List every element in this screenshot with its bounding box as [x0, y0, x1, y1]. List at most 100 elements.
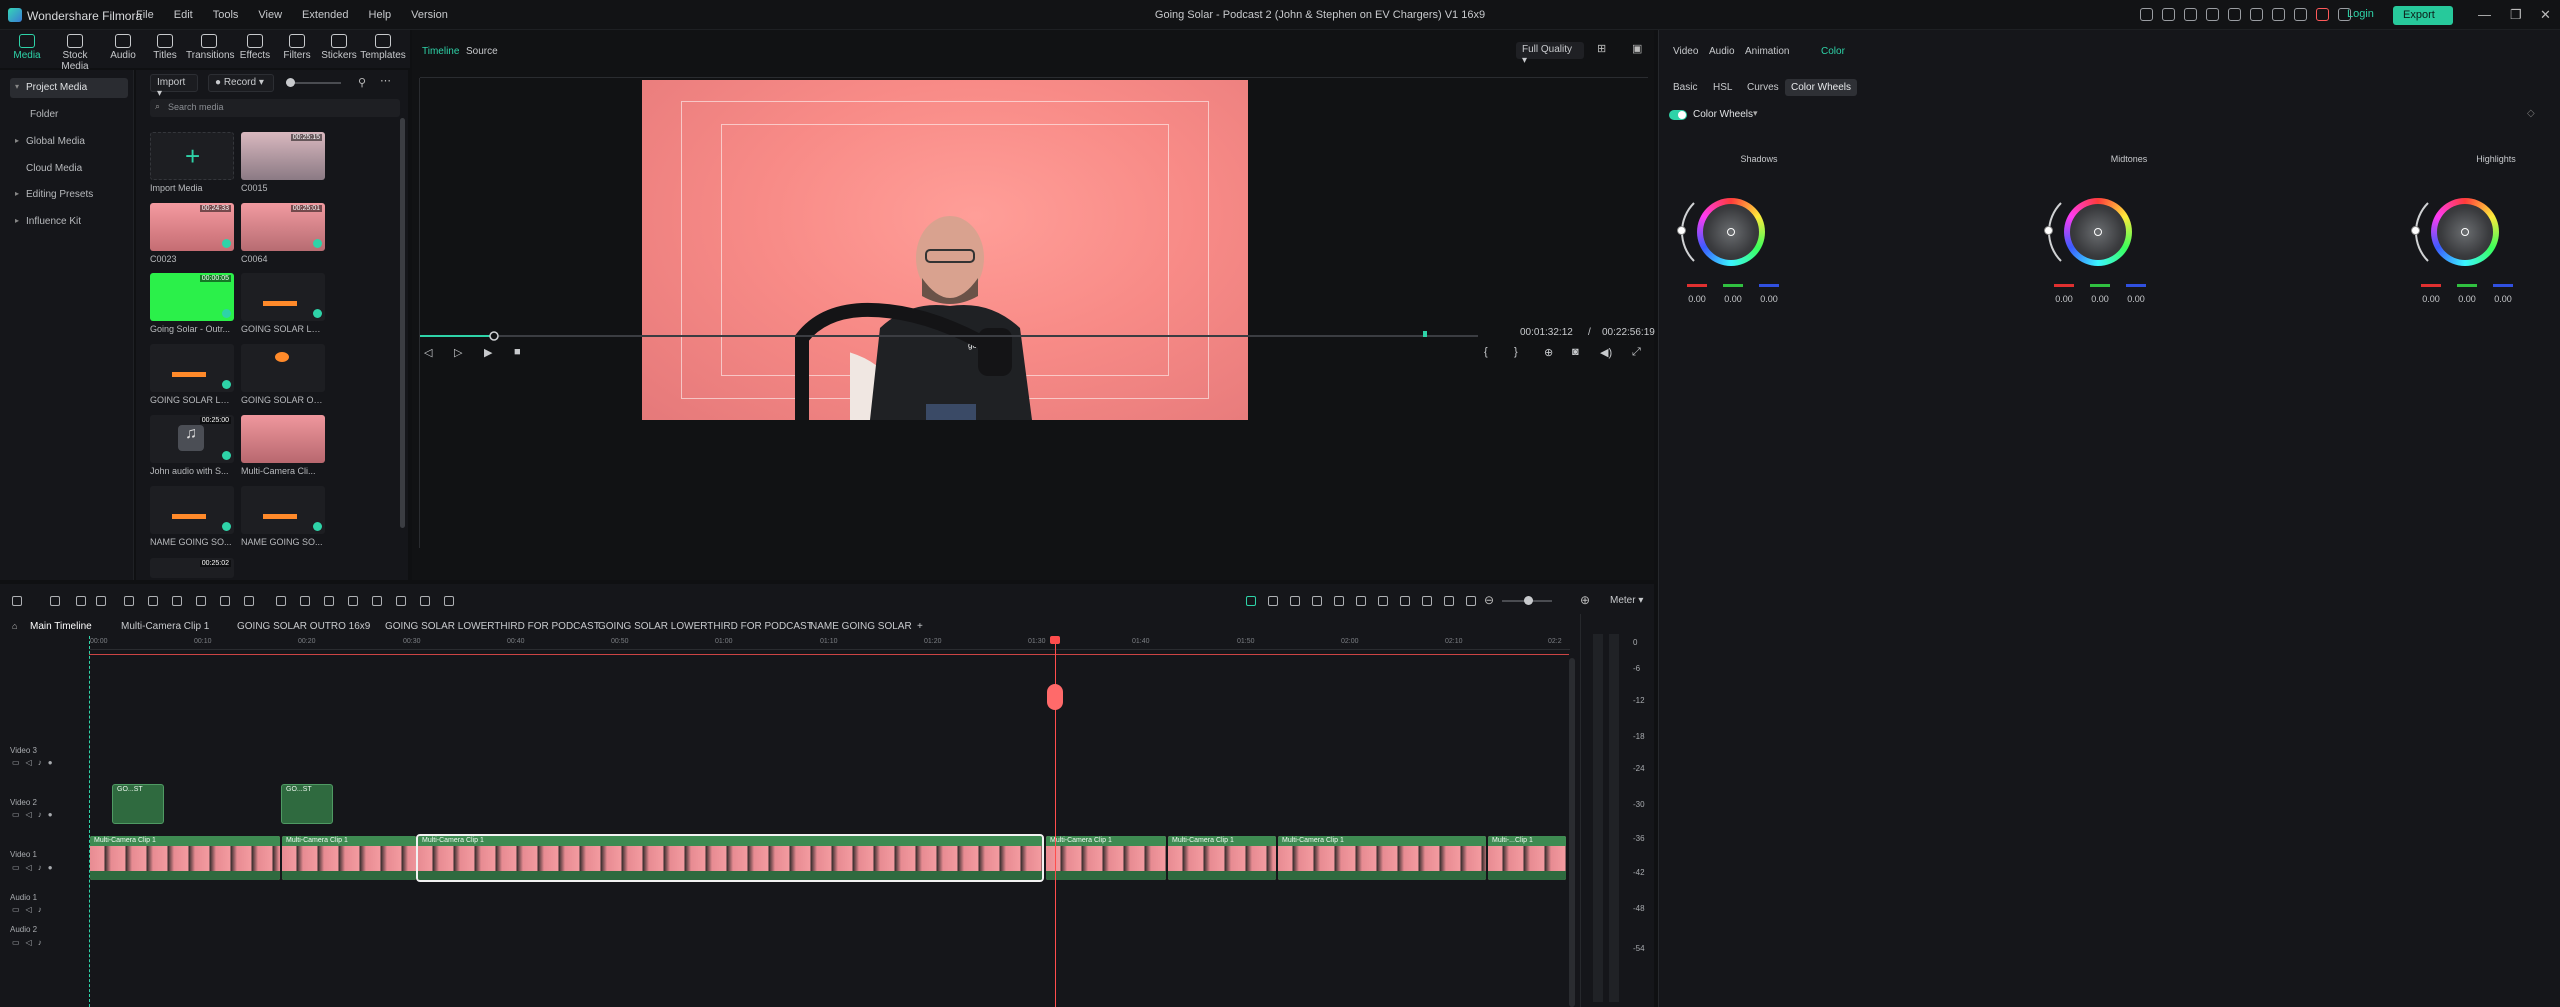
- cart-icon[interactable]: [2316, 8, 2329, 21]
- media-thumb[interactable]: 00:00:05: [150, 273, 234, 321]
- subtab-basic[interactable]: Basic: [1667, 79, 1703, 96]
- media-thumb[interactable]: 00:25:01: [241, 203, 325, 251]
- text-icon[interactable]: [172, 596, 182, 606]
- play-icon[interactable]: ▶: [484, 346, 492, 359]
- v1-clip[interactable]: Multi-Camera Clip 1: [282, 836, 416, 880]
- timeline-scrollbar[interactable]: [1569, 658, 1575, 1007]
- red-value[interactable]: 0.00: [2054, 294, 2074, 304]
- tab-source[interactable]: Source: [466, 46, 498, 57]
- snapshot-icon[interactable]: ▣: [1632, 42, 1642, 55]
- v1-clip[interactable]: Multi-Camera Clip 1: [1278, 836, 1486, 880]
- nav-project-media[interactable]: ▾ Project Media: [10, 78, 128, 98]
- delete-icon[interactable]: [124, 596, 134, 606]
- media-thumb[interactable]: 00:25:02: [150, 558, 234, 578]
- tool-stock-media[interactable]: Stock Media: [52, 34, 98, 72]
- tool-filters[interactable]: Filters: [274, 34, 320, 61]
- stop-icon[interactable]: ■: [514, 346, 521, 358]
- wheel-midtones-control[interactable]: 0.00 0.00 0.00: [2034, 176, 2154, 316]
- nav-global-media[interactable]: ▸ Global Media: [10, 132, 128, 152]
- save-icon[interactable]: [1312, 596, 1322, 606]
- track-controls[interactable]: ▭◁♪●: [12, 810, 59, 819]
- nav-influence-kit[interactable]: ▸ Influence Kit: [10, 212, 128, 232]
- seq-tab[interactable]: Multi-Camera Clip 1: [121, 621, 209, 632]
- playhead-scrub-knob[interactable]: [1047, 684, 1063, 710]
- tab-video[interactable]: Video: [1673, 46, 1698, 57]
- menu-file[interactable]: File: [136, 9, 154, 21]
- seq-tab[interactable]: NAME GOING SOLAR: [810, 621, 912, 632]
- select-tool-icon[interactable]: [50, 596, 60, 606]
- home-icon[interactable]: ⌂: [12, 621, 17, 631]
- zoom-slider[interactable]: [1502, 596, 1552, 605]
- camera-snapshot-icon[interactable]: ◙: [1572, 346, 1579, 358]
- layout-icon[interactable]: [2184, 8, 2197, 21]
- video-preview[interactable]: going solar: [642, 80, 1248, 420]
- playback-progress[interactable]: [420, 331, 1648, 343]
- crop-icon[interactable]: [196, 596, 206, 606]
- login-link[interactable]: Login: [2347, 8, 2374, 20]
- thumbnail-size-slider[interactable]: [286, 78, 341, 87]
- monitor-icon[interactable]: [2206, 8, 2219, 21]
- timeline-ruler[interactable]: 00:00 00:10 00:20 00:30 00:40 00:50 01:0…: [90, 636, 1570, 650]
- camera-icon[interactable]: [1444, 596, 1454, 606]
- luminance-knob[interactable]: [2044, 226, 2053, 235]
- track-controls[interactable]: ▭◁♪: [12, 905, 48, 914]
- media-thumb[interactable]: [241, 273, 325, 321]
- seq-tab-main[interactable]: Main Timeline: [30, 621, 92, 632]
- layout-toggle-icon[interactable]: [12, 596, 22, 606]
- menu-edit[interactable]: Edit: [174, 9, 193, 21]
- media-thumb[interactable]: [241, 344, 325, 392]
- media-thumb[interactable]: [241, 415, 325, 463]
- media-thumb[interactable]: [150, 486, 234, 534]
- tab-audio[interactable]: Audio: [1709, 46, 1735, 57]
- wheel-handle[interactable]: [2094, 228, 2102, 236]
- blue-value[interactable]: 0.00: [2493, 294, 2513, 304]
- render-icon[interactable]: [1268, 596, 1278, 606]
- redo-icon[interactable]: [96, 596, 106, 606]
- tool-transitions[interactable]: Transitions: [186, 34, 235, 61]
- meter-dropdown[interactable]: Meter ▾: [1610, 595, 1643, 606]
- ai-tools-icon[interactable]: [276, 596, 286, 606]
- import-media-tile[interactable]: +: [150, 132, 234, 180]
- transform-icon[interactable]: [348, 596, 358, 606]
- split-icon[interactable]: [148, 596, 158, 606]
- chevron-down-icon[interactable]: ▾: [1753, 108, 1758, 119]
- add-seq-tab-icon[interactable]: +: [917, 621, 923, 632]
- record-dropdown[interactable]: ● Record ▾: [208, 74, 274, 92]
- media-thumb[interactable]: [150, 344, 234, 392]
- zoom-icon[interactable]: ⊕: [1544, 346, 1553, 359]
- v1-clip[interactable]: Multi-Camera Clip 1: [1168, 836, 1276, 880]
- wheel-handle[interactable]: [1727, 228, 1735, 236]
- menu-tools[interactable]: Tools: [213, 9, 239, 21]
- import-dropdown[interactable]: Import ▾: [150, 74, 198, 99]
- shield-icon[interactable]: [1378, 596, 1388, 606]
- prev-frame-icon[interactable]: ◁: [424, 346, 432, 359]
- export-button[interactable]: Export: [2393, 6, 2453, 25]
- tool-media[interactable]: Media: [4, 34, 50, 61]
- more-icon[interactable]: ⋯: [380, 74, 391, 87]
- stabilize-icon[interactable]: [396, 596, 406, 606]
- v1-clip-selected[interactable]: Multi-Camera Clip 1: [416, 834, 1044, 882]
- nav-folder[interactable]: Folder: [10, 105, 128, 125]
- camera-icon[interactable]: [2228, 8, 2241, 21]
- send-icon[interactable]: [2162, 8, 2175, 21]
- wheel-shadows-control[interactable]: 0.00 0.00 0.00: [1667, 176, 1787, 316]
- mixer-icon[interactable]: [1422, 596, 1432, 606]
- download-icon[interactable]: [2294, 8, 2307, 21]
- v2-clip[interactable]: GO...ST: [112, 784, 164, 824]
- playhead-handle[interactable]: [1050, 636, 1060, 644]
- snapshot-icon[interactable]: [444, 596, 454, 606]
- seq-tab[interactable]: GOING SOLAR LOWERTHIRD FOR PODCAST: [385, 621, 600, 632]
- tool-titles[interactable]: Titles: [142, 34, 188, 61]
- green-value[interactable]: 0.00: [2090, 294, 2110, 304]
- keyframe-icon[interactable]: [300, 596, 310, 606]
- subtab-hsl[interactable]: HSL: [1707, 79, 1738, 96]
- subtab-color-wheels[interactable]: Color Wheels: [1785, 79, 1858, 96]
- luminance-knob[interactable]: [1677, 226, 1686, 235]
- tab-color[interactable]: Color: [1821, 46, 1845, 57]
- search-input[interactable]: ⌕ Search media: [150, 99, 400, 117]
- tab-animation[interactable]: Animation: [1745, 46, 1789, 57]
- auto-ripple-icon[interactable]: [1356, 596, 1366, 606]
- grid-view-icon[interactable]: ⊞: [1597, 42, 1606, 55]
- media-thumb[interactable]: 00:25:15: [241, 132, 325, 180]
- close-icon[interactable]: ✕: [2540, 7, 2551, 23]
